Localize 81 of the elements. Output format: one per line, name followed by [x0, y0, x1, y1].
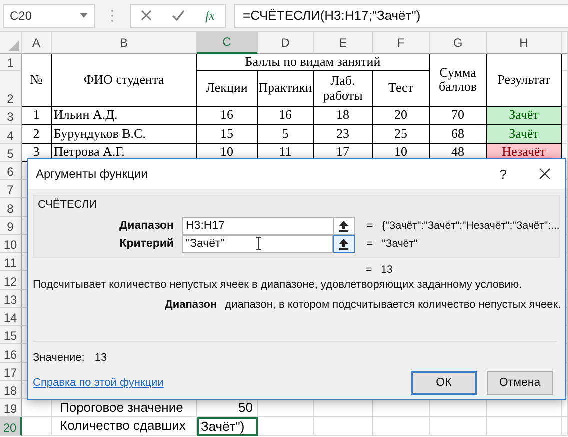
row-header[interactable]: 5 — [0, 144, 22, 162]
equals-sign: = — [367, 238, 374, 250]
table-cell: Количество сдавших — [52, 417, 197, 436]
input-field[interactable]: "Зачёт" — [182, 235, 333, 253]
status-cell: Зачёт — [487, 107, 562, 126]
column-header[interactable]: E — [314, 32, 373, 54]
table-cell: 16 — [197, 107, 258, 126]
row-header[interactable]: 1 — [0, 54, 22, 71]
row-header[interactable]: 13 — [0, 290, 22, 308]
row-header[interactable]: 18 — [0, 380, 22, 399]
row-header[interactable]: 15 — [0, 326, 22, 344]
row-header[interactable]: 3 — [0, 107, 22, 126]
argument-result: {"Зачёт":"Зачёт":"Незачёт":"Зачёт":... — [382, 220, 560, 232]
status-cell: Зачёт — [487, 125, 562, 144]
table-header: Лекции — [197, 71, 258, 107]
argument-label: Диапазон — [118, 220, 174, 232]
argument-description: диапазон, в котором подсчитывается количество непустых ячеек. — [225, 299, 562, 311]
table-header: ФИО студента — [52, 54, 197, 107]
help-link[interactable]: Справка по этой функции — [33, 377, 401, 389]
column-header[interactable]: H — [487, 32, 562, 54]
row-header[interactable]: 8 — [0, 198, 22, 216]
value-text: 13 — [94, 352, 108, 364]
table-cell: Пороговое значение — [52, 399, 197, 418]
table-header: Сумма баллов — [430, 54, 487, 107]
equals-sign: = — [366, 264, 372, 276]
table-header: Баллы по видам занятий — [197, 54, 430, 71]
column-header[interactable]: F — [373, 32, 430, 54]
active-cell[interactable]: Зачёт") — [197, 417, 258, 436]
row-header[interactable]: 12 — [0, 271, 22, 290]
table-cell: 1 — [22, 107, 52, 126]
row-header[interactable]: 17 — [0, 362, 22, 381]
row-header[interactable]: 6 — [0, 162, 22, 180]
equals-sign: = — [367, 220, 374, 232]
function-result: 13 — [381, 264, 393, 276]
table-cell: 15 — [197, 125, 258, 144]
column-header[interactable]: D — [258, 32, 314, 54]
table-header: Тест — [373, 71, 430, 107]
table-cell: 68 — [430, 125, 487, 144]
argument-name: Диапазон — [165, 299, 218, 311]
table-cell: 20 — [373, 107, 430, 126]
table-cell: Бурундуков В.С. — [52, 125, 197, 144]
row-header[interactable]: 2 — [0, 71, 22, 107]
table-header: Практики — [258, 71, 314, 107]
row-header[interactable]: 4 — [0, 125, 22, 144]
dialog-title: Аргументы функции — [36, 167, 149, 181]
function-description: Подсчитывает количество непустых ячеек в диапазоне, удовлетворяющих заданному условию. — [33, 279, 524, 291]
row-header[interactable]: 19 — [0, 399, 22, 418]
name-box[interactable]: C20 — [3, 4, 95, 28]
table-cell: 18 — [314, 107, 373, 126]
argument-result: "Зачёт" — [382, 238, 418, 250]
table-cell: 50 — [197, 399, 258, 418]
table-cell: 16 — [258, 107, 314, 126]
row-header[interactable]: 14 — [0, 308, 22, 326]
column-header[interactable]: C — [197, 32, 258, 54]
row-header[interactable]: 7 — [0, 180, 22, 198]
table-cell: 5 — [258, 125, 314, 144]
row-header[interactable]: 16 — [0, 344, 22, 362]
table-cell: 25 — [373, 125, 430, 144]
table-cell: 2 — [22, 125, 52, 144]
ok-button[interactable]: ОК — [411, 371, 477, 395]
help-button[interactable]: ? — [500, 166, 507, 182]
table-cell: 23 — [314, 125, 373, 144]
row-header[interactable]: 20 — [0, 417, 22, 436]
column-header[interactable]: G — [430, 32, 487, 54]
table-header: Лаб. работы — [314, 71, 373, 107]
table-header: № — [22, 54, 52, 107]
table-cell: 70 — [430, 107, 487, 126]
table-cell: Ильин А.Д. — [52, 107, 197, 126]
cancel-button[interactable]: Отмена — [487, 371, 553, 395]
column-header[interactable]: B — [52, 32, 197, 54]
row-header[interactable]: 10 — [0, 234, 22, 253]
row-header[interactable]: 11 — [0, 253, 22, 272]
column-header[interactable]: A — [22, 32, 52, 54]
argument-label: Критерий — [118, 238, 174, 250]
row-header[interactable]: 9 — [0, 216, 22, 235]
function-name: СЧЁТЕСЛИ — [38, 199, 98, 211]
table-header: Результат — [487, 54, 562, 107]
value-label: Значение: — [33, 352, 85, 364]
insert-function-button[interactable]: fx — [206, 8, 215, 24]
input-field[interactable]: H3:H17 — [182, 217, 334, 235]
formula-field[interactable]: =СЧЁТЕСЛИ(H3:H17;"Зачёт") — [234, 4, 568, 28]
